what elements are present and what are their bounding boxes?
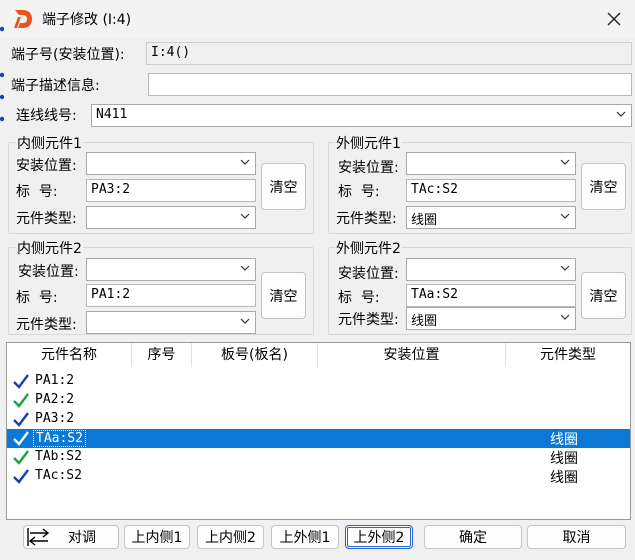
chevron-down-icon <box>560 159 570 165</box>
outer-component-2-title: 外侧元件2 <box>335 238 402 258</box>
column-header-index[interactable]: 序号 <box>132 343 192 367</box>
ok-button[interactable]: 确定 <box>424 525 522 549</box>
swap-button-label: 对调 <box>68 530 96 546</box>
close-button[interactable] <box>600 7 628 31</box>
outer2-type-select[interactable]: 线圈 <box>406 307 576 330</box>
outer-component-1-title: 外侧元件1 <box>335 133 402 153</box>
inner2-tag-input[interactable]: PA1:2 <box>86 284 256 307</box>
outer2-tag-label: 标 号: <box>338 290 380 306</box>
outer2-location-label: 安装位置: <box>338 266 399 282</box>
outer1-location-select[interactable] <box>406 152 576 175</box>
up-inner2-button[interactable]: 上内侧2 <box>197 525 264 549</box>
chevron-down-icon <box>560 314 570 320</box>
inner1-type-label: 元件类型: <box>16 211 77 227</box>
title-bar: 端子修改 (I:4) <box>0 0 635 38</box>
resize-handle-dots <box>0 26 5 122</box>
list-row[interactable]: PA1:2 <box>7 372 630 391</box>
chevron-down-icon <box>560 265 570 271</box>
chevron-down-icon <box>240 159 250 165</box>
outer2-location-select[interactable] <box>406 258 576 281</box>
up-outer2-button[interactable]: 上外侧2 <box>345 525 413 549</box>
list-row[interactable]: PA3:2 <box>7 410 630 429</box>
outer1-clear-button[interactable]: 清空 <box>581 163 626 210</box>
component-list[interactable]: 元件名称 序号 板号(板名) 安装位置 元件类型 PA1:2 PA2:2 PA3:2… <box>6 342 631 520</box>
chevron-down-icon <box>240 213 250 219</box>
list-row[interactable]: TAa:S2 线圈 <box>7 429 630 448</box>
checkmark-icon <box>13 412 29 427</box>
list-row[interactable]: TAc:S2 线圈 <box>7 467 630 486</box>
column-header-location[interactable]: 安装位置 <box>318 343 506 367</box>
outer1-type-label: 元件类型: <box>336 211 397 227</box>
outer1-tag-input[interactable]: TAc:S2 <box>406 179 576 202</box>
swap-button[interactable]: 对调 <box>23 525 119 549</box>
outer1-location-label: 安装位置: <box>338 160 399 176</box>
outer2-clear-button[interactable]: 清空 <box>581 272 626 319</box>
chevron-down-icon <box>616 111 626 117</box>
inner1-clear-button[interactable]: 清空 <box>261 163 306 210</box>
inner-component-2-title: 内侧元件2 <box>16 238 83 258</box>
row-component-name: PA1:2 <box>35 373 75 388</box>
terminal-desc-input[interactable] <box>148 73 632 96</box>
chevron-down-icon <box>560 213 570 219</box>
row-component-type: 线圈 <box>550 451 578 467</box>
terminal-desc-label: 端子描述信息: <box>11 78 100 94</box>
outer2-type-value: 线圈 <box>411 314 438 329</box>
chevron-down-icon <box>240 265 250 271</box>
row-component-name: TAa:S2 <box>33 430 86 447</box>
row-component-type: 线圈 <box>550 470 578 486</box>
column-header-board[interactable]: 板号(板名) <box>192 343 318 367</box>
inner1-tag-label: 标 号: <box>16 184 58 200</box>
wire-number-select[interactable]: N411 <box>91 104 632 127</box>
app-logo-icon <box>14 10 32 28</box>
up-inner1-button[interactable]: 上内侧1 <box>124 525 190 549</box>
outer1-type-value: 线圈 <box>411 213 438 228</box>
inner2-clear-button[interactable]: 清空 <box>261 272 306 319</box>
outer2-type-label: 元件类型: <box>338 312 399 328</box>
wire-number-label: 连线线号: <box>16 108 77 124</box>
inner2-type-select[interactable] <box>86 311 256 334</box>
list-row[interactable]: TAb:S2 线圈 <box>7 448 630 467</box>
checkmark-icon <box>13 393 29 408</box>
inner1-location-label: 安装位置: <box>16 158 77 174</box>
row-component-name: TAc:S2 <box>35 468 82 483</box>
inner2-tag-label: 标 号: <box>16 290 58 306</box>
list-header: 元件名称 序号 板号(板名) 安装位置 元件类型 <box>7 343 630 367</box>
checkmark-icon <box>13 450 29 465</box>
inner2-type-label: 元件类型: <box>16 317 77 333</box>
row-component-type: 线圈 <box>550 432 578 448</box>
cancel-button[interactable]: 取消 <box>527 525 626 549</box>
terminal-id-label: 端子号(安装位置): <box>11 47 125 63</box>
outer1-type-select[interactable]: 线圈 <box>406 206 576 229</box>
checkmark-icon <box>13 469 29 484</box>
close-icon <box>607 12 621 26</box>
up-outer1-button[interactable]: 上外侧1 <box>271 525 339 549</box>
checkmark-icon <box>13 374 29 389</box>
checkmark-icon <box>13 431 29 446</box>
column-header-name[interactable]: 元件名称 <box>7 343 132 367</box>
row-component-name: PA3:2 <box>35 411 75 426</box>
wire-number-value: N411 <box>96 107 128 122</box>
column-header-type[interactable]: 元件类型 <box>506 343 630 367</box>
inner1-tag-input[interactable]: PA3:2 <box>86 179 256 202</box>
terminal-id-field: I:4() <box>146 42 632 65</box>
inner-component-1-title: 内侧元件1 <box>16 133 83 153</box>
row-component-name: TAb:S2 <box>35 449 82 464</box>
outer2-tag-input[interactable]: TAa:S2 <box>406 284 576 307</box>
row-component-name: PA2:2 <box>35 392 75 407</box>
inner2-location-label: 安装位置: <box>18 264 79 280</box>
swap-arrows-icon <box>27 528 50 546</box>
list-row[interactable]: PA2:2 <box>7 391 630 410</box>
inner1-type-select[interactable] <box>86 206 256 229</box>
chevron-down-icon <box>240 318 250 324</box>
inner2-location-select[interactable] <box>86 258 256 281</box>
window-title: 端子修改 (I:4) <box>42 12 132 28</box>
outer1-tag-label: 标 号: <box>338 184 380 200</box>
inner1-location-select[interactable] <box>86 152 256 175</box>
